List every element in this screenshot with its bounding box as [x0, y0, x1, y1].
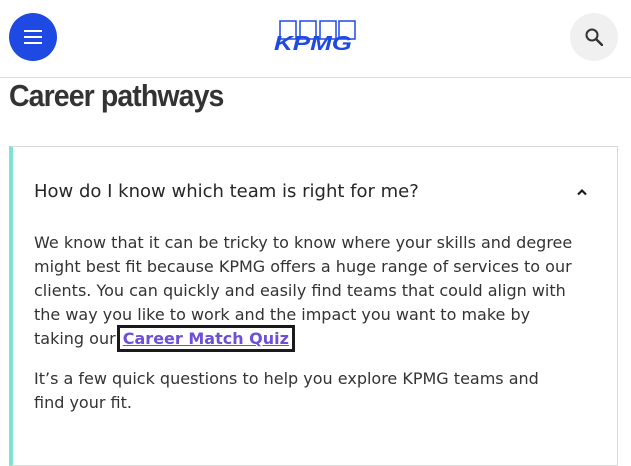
search-button[interactable] — [570, 13, 618, 61]
accordion-paragraph: We know that it can be tricky to know wh… — [34, 231, 574, 352]
kpmg-logo[interactable]: KPMG — [273, 20, 357, 56]
paragraph-text: We know that it can be tricky to know wh… — [34, 233, 573, 348]
site-header: KPMG — [0, 0, 631, 78]
accordion-paragraph: It’s a few quick questions to help you e… — [34, 369, 539, 412]
page-title: Career pathways — [9, 78, 224, 113]
accordion-body: We know that it can be tricky to know wh… — [34, 231, 574, 431]
logo-text: KPMG — [274, 33, 352, 55]
chevron-up-icon[interactable] — [575, 185, 589, 199]
hamburger-icon — [24, 30, 42, 44]
menu-button[interactable] — [9, 13, 57, 61]
faq-accordion: How do I know which team is right for me… — [9, 146, 618, 466]
accordion-header[interactable]: How do I know which team is right for me… — [13, 147, 617, 237]
search-icon — [585, 28, 603, 46]
career-match-quiz-link[interactable]: Career Match Quiz — [116, 325, 295, 352]
accordion-question: How do I know which team is right for me… — [34, 181, 419, 202]
